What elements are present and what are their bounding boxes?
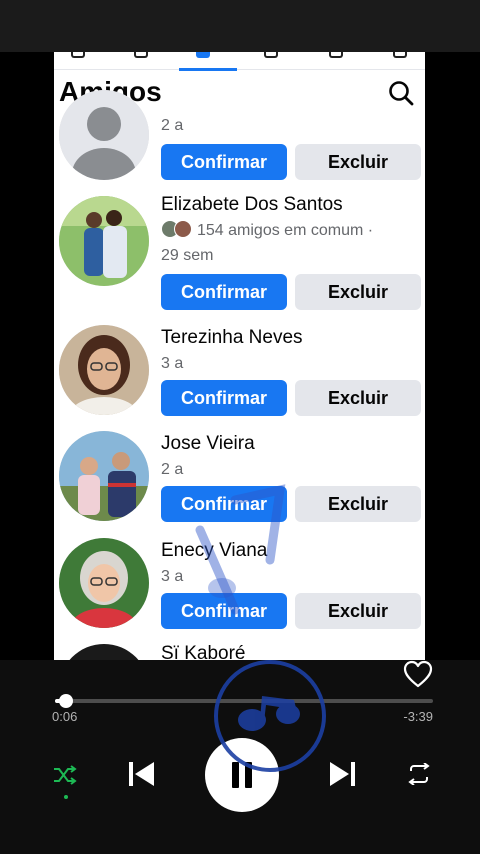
request-time: 2 a — [161, 117, 184, 134]
friend-request-item: Sï Kaboré — [54, 642, 425, 660]
mutual-friends-avatars — [161, 220, 193, 238]
shuffle-active-dot — [64, 795, 68, 799]
couple-photo-icon — [59, 196, 149, 286]
avatar[interactable] — [59, 538, 149, 628]
request-mutual-friends: 154 amigos em comum · — [161, 219, 373, 243]
confirm-button[interactable]: Confirmar — [161, 144, 287, 180]
delete-button[interactable]: Excluir — [295, 380, 421, 416]
request-name[interactable]: Elizabete Dos Santos — [161, 194, 343, 216]
friend-request-item: Terezinha Neves 3 a Confirmar Excluir — [54, 323, 425, 423]
previous-button[interactable] — [123, 756, 159, 792]
request-name[interactable]: Sï Kaboré — [161, 643, 246, 660]
delete-button[interactable]: Excluir — [295, 144, 421, 180]
request-time: 2 a — [161, 461, 184, 478]
repeat-icon — [408, 763, 430, 785]
request-name[interactable]: Jose Vieira — [161, 433, 255, 455]
confirm-button[interactable]: Confirmar — [161, 274, 287, 310]
avatar[interactable] — [59, 325, 149, 415]
confirm-button[interactable]: Confirmar — [161, 593, 287, 629]
status-bar — [0, 0, 480, 52]
confirm-button[interactable]: Confirmar — [161, 486, 287, 522]
mutual-friends-text: 154 amigos em comum · — [197, 222, 374, 239]
confirm-button[interactable]: Confirmar — [161, 380, 287, 416]
avatar[interactable] — [59, 196, 149, 286]
friend-request-item: Enecy Viana 3 a Confirmar Excluir — [54, 536, 425, 636]
remaining-time: -3:39 — [403, 709, 433, 724]
friend-request-item: Jose Vieira 2 a Confirmar Excluir — [54, 429, 425, 529]
partial-photo-icon — [59, 644, 149, 660]
woman-glasses-photo-icon — [59, 325, 149, 415]
delete-button[interactable]: Excluir — [295, 593, 421, 629]
play-pause-button[interactable] — [205, 738, 279, 812]
request-time: 3 a — [161, 568, 184, 585]
woman-gray-hair-photo-icon — [59, 538, 149, 628]
facebook-friends-screen: Amigos 2 a Confirmar Excluir — [54, 52, 425, 660]
default-avatar-icon — [59, 90, 149, 180]
request-time: 29 sem — [161, 247, 214, 264]
avatar[interactable] — [59, 431, 149, 521]
friend-request-item: Elizabete Dos Santos 154 amigos em comum… — [54, 192, 425, 312]
avatar[interactable] — [59, 644, 149, 660]
shuffle-button[interactable] — [50, 760, 80, 790]
request-name[interactable]: Enecy Viana — [161, 540, 267, 562]
couple-outdoor-photo-icon — [59, 431, 149, 521]
next-button[interactable] — [325, 756, 361, 792]
shuffle-icon — [54, 765, 77, 785]
pause-icon — [232, 762, 252, 788]
repeat-button[interactable] — [403, 759, 435, 789]
delete-button[interactable]: Excluir — [295, 486, 421, 522]
request-name[interactable]: Terezinha Neves — [161, 327, 303, 349]
seek-bar[interactable] — [55, 694, 433, 708]
skip-previous-icon — [129, 762, 154, 786]
friend-request-item: 2 a Confirmar Excluir — [54, 52, 425, 182]
avatar[interactable] — [59, 90, 149, 180]
elapsed-time: 0:06 — [52, 709, 78, 724]
request-time: 3 a — [161, 355, 184, 372]
skip-next-icon — [330, 762, 355, 786]
delete-button[interactable]: Excluir — [295, 274, 421, 310]
heart-icon[interactable] — [403, 660, 433, 688]
